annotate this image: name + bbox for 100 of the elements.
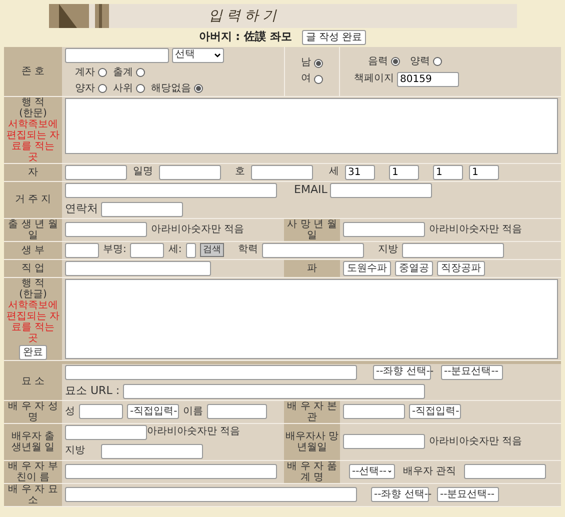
input-field[interactable] <box>101 444 203 458</box>
input-field[interactable] <box>65 242 99 258</box>
radio-button[interactable] <box>314 58 323 68</box>
radio-button[interactable] <box>136 84 145 93</box>
button[interactable]: 직장공파 <box>437 260 485 276</box>
radio-label: 음력 <box>368 56 388 68</box>
input-field[interactable] <box>65 164 127 180</box>
input-field[interactable] <box>65 182 277 198</box>
radio-button[interactable] <box>98 84 107 93</box>
input-field[interactable] <box>207 404 267 419</box>
row-label: 배 우 자 본 관 <box>286 400 338 422</box>
row-label: 사 망 년 월 일 <box>286 218 338 240</box>
dropdown[interactable]: --좌향 선택-- <box>373 364 431 380</box>
input-field[interactable] <box>65 464 277 479</box>
field-label: 지방 <box>378 244 398 256</box>
row-sublabel: (한문) <box>19 108 47 118</box>
input-field[interactable] <box>65 364 357 380</box>
input-field[interactable]: 1 <box>469 164 499 180</box>
hint-text: 아라비아숫자만 적음 <box>429 224 522 236</box>
radio-label: 출계 <box>113 66 133 78</box>
row-sublabel: (한글) <box>19 288 47 300</box>
input-field[interactable] <box>65 260 211 276</box>
input-field[interactable] <box>262 242 364 258</box>
row-label: 배 우 자 품 계 명 <box>286 460 338 482</box>
row-label: 직 업 <box>21 262 45 274</box>
radio-button[interactable] <box>314 74 323 84</box>
input-field[interactable] <box>464 464 546 479</box>
radio-label: 여 <box>301 73 311 85</box>
done-button[interactable]: 완료 <box>19 344 47 360</box>
note-text: 서학족보에 편집되는 자료를 적는 곳 <box>5 118 61 162</box>
input-field[interactable] <box>101 202 183 216</box>
input-field[interactable] <box>65 48 169 62</box>
row-label: 존 호 <box>21 66 45 76</box>
field-label: 세: <box>168 244 182 256</box>
input-field[interactable] <box>65 424 147 440</box>
text-area[interactable] <box>65 278 558 358</box>
chevron-icon <box>214 52 221 58</box>
input-field[interactable] <box>343 222 425 237</box>
input-field[interactable]: 31 <box>345 164 375 180</box>
field-label: 부명: <box>103 244 126 256</box>
dropdown[interactable]: --좌향 선택-- <box>371 487 429 502</box>
dropdown[interactable]: -직접입력- <box>409 404 461 419</box>
dropdown[interactable]: --선택-- <box>349 464 395 479</box>
field-label: 호 <box>235 166 245 178</box>
text-area[interactable] <box>65 98 558 154</box>
row-label: 배 우 자 묘 소 <box>7 484 59 506</box>
radio-button[interactable] <box>136 68 145 77</box>
input-field[interactable] <box>130 242 164 258</box>
button[interactable]: 글 작성 완료 <box>302 30 366 45</box>
father-name: 佐謨 좌모 <box>244 29 292 45</box>
banner-title: 입력하기 <box>208 6 280 26</box>
row-label: 행 적 <box>21 278 45 288</box>
input-field[interactable] <box>122 384 425 398</box>
dropdown[interactable]: -직접입력- <box>127 404 179 419</box>
hint-text: 아라비아숫자만 적음 <box>429 436 522 448</box>
field-label: 책페이지 <box>354 73 394 85</box>
row-label: 거 주 지 <box>14 194 52 205</box>
input-field[interactable]: 1 <box>389 164 419 180</box>
row-label: 출 생 년 월 일 <box>7 218 59 240</box>
input-field[interactable]: 1 <box>433 164 463 180</box>
row-label: 자 <box>28 166 38 178</box>
input-field[interactable] <box>330 182 432 198</box>
input-field[interactable] <box>402 242 504 258</box>
field-label: 지방 <box>65 445 85 457</box>
input-field[interactable] <box>343 404 405 419</box>
field-label: 이름 <box>183 406 203 418</box>
input-field[interactable] <box>251 164 313 180</box>
input-field[interactable]: 80159 <box>397 72 459 86</box>
search-button[interactable]: 검색 <box>200 243 224 257</box>
row-label: 묘 소 <box>21 376 45 387</box>
input-field[interactable] <box>159 164 221 180</box>
radio-button[interactable] <box>194 84 203 93</box>
input-field[interactable] <box>343 434 425 449</box>
row-label: 생 부 <box>21 244 45 256</box>
input-field[interactable] <box>79 404 123 419</box>
input-field[interactable] <box>65 487 357 502</box>
note-text: 서학족보에 편집되는 자료를 적는 곳 <box>5 300 61 344</box>
radio-label: 양력 <box>410 56 430 68</box>
radio-button[interactable] <box>391 57 400 66</box>
radio-button[interactable] <box>98 68 107 77</box>
dropdown[interactable]: --분묘선택-- <box>441 364 503 380</box>
radio-label: 사위 <box>113 82 133 94</box>
dropdown[interactable]: 선택 <box>172 48 224 62</box>
field-label: 성 <box>65 406 75 418</box>
radio-button[interactable] <box>433 57 442 66</box>
row-label: 배 우 자 부친이 름 <box>7 460 59 482</box>
hint-text: 아라비아숫자만 적음 <box>147 426 240 438</box>
row-label: 배우자 출 생년월 일 <box>10 430 56 452</box>
field-label: 일명 <box>133 166 153 178</box>
dropdown[interactable]: --분묘선택-- <box>437 487 499 502</box>
button[interactable]: 도원수파 <box>343 260 391 276</box>
input-field[interactable] <box>65 222 147 237</box>
input-field[interactable] <box>186 242 196 258</box>
field-label: 연락처 <box>65 203 98 215</box>
field-label: 학력 <box>238 244 258 256</box>
row-label: 배 우 자 성 명 <box>7 400 59 422</box>
row-label: 행 적 <box>21 96 45 108</box>
row-label: 배우자사 망년월일 <box>285 430 339 452</box>
button[interactable]: 중열공 <box>395 260 433 276</box>
father-label: 아버지 : <box>198 29 240 45</box>
